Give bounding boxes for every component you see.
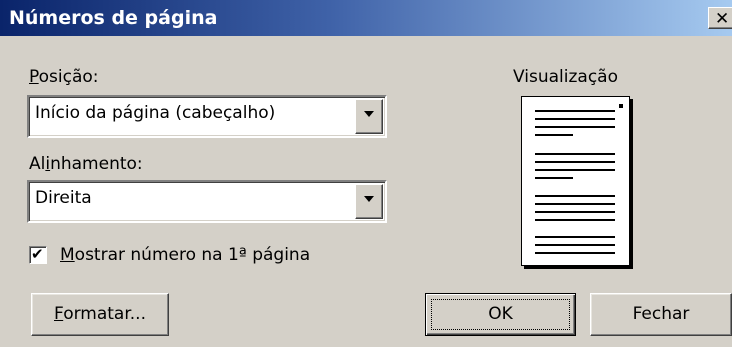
- position-select[interactable]: Início da página (cabeçalho): [27, 95, 387, 138]
- show-first-page-checkbox[interactable]: ✔: [29, 245, 47, 264]
- preview-line: [535, 126, 615, 128]
- preview-line: [535, 169, 615, 171]
- chevron-down-icon[interactable]: [355, 184, 383, 219]
- chevron-down-icon[interactable]: [355, 99, 383, 134]
- dialog-title: Números de página: [9, 7, 218, 29]
- preview-line: [535, 211, 615, 213]
- alignment-select[interactable]: Direita: [27, 180, 387, 223]
- preview-line: [535, 203, 615, 205]
- preview-line: [535, 177, 573, 179]
- page-preview-icon: [521, 96, 630, 266]
- format-button-label: Formatar...: [54, 304, 146, 324]
- preview-line: [535, 244, 615, 246]
- close-button[interactable]: ✕: [708, 7, 732, 29]
- close-icon: ✕: [715, 9, 730, 29]
- preview-line: [535, 161, 615, 163]
- preview-line: [535, 134, 573, 136]
- show-first-page-label[interactable]: Mostrar número na 1ª página: [60, 245, 310, 265]
- position-select-value: Início da página (cabeçalho): [35, 103, 276, 123]
- preview-line: [535, 195, 615, 197]
- page-number-marker: [619, 104, 623, 108]
- preview-line: [535, 219, 615, 221]
- preview-line: [535, 153, 615, 155]
- close-dialog-button[interactable]: Fechar: [590, 293, 732, 336]
- alignment-select-value: Direita: [35, 188, 92, 208]
- title-bar[interactable]: Números de página ✕: [0, 0, 732, 36]
- preview-line: [535, 252, 615, 254]
- alignment-label: Alinhamento:: [29, 154, 143, 174]
- page-numbers-dialog: Números de página ✕ Posição: Início da p…: [0, 0, 732, 347]
- position-label: Posição:: [29, 67, 99, 87]
- preview-line: [535, 110, 615, 112]
- ok-button-label: OK: [488, 304, 513, 324]
- preview-line: [535, 236, 615, 238]
- close-dialog-button-label: Fechar: [632, 304, 690, 324]
- ok-button[interactable]: OK: [425, 293, 576, 336]
- preview-line: [535, 118, 615, 120]
- preview-label: Visualização: [513, 67, 618, 87]
- format-button[interactable]: Formatar...: [31, 293, 169, 336]
- checkmark-icon: ✔: [31, 245, 44, 263]
